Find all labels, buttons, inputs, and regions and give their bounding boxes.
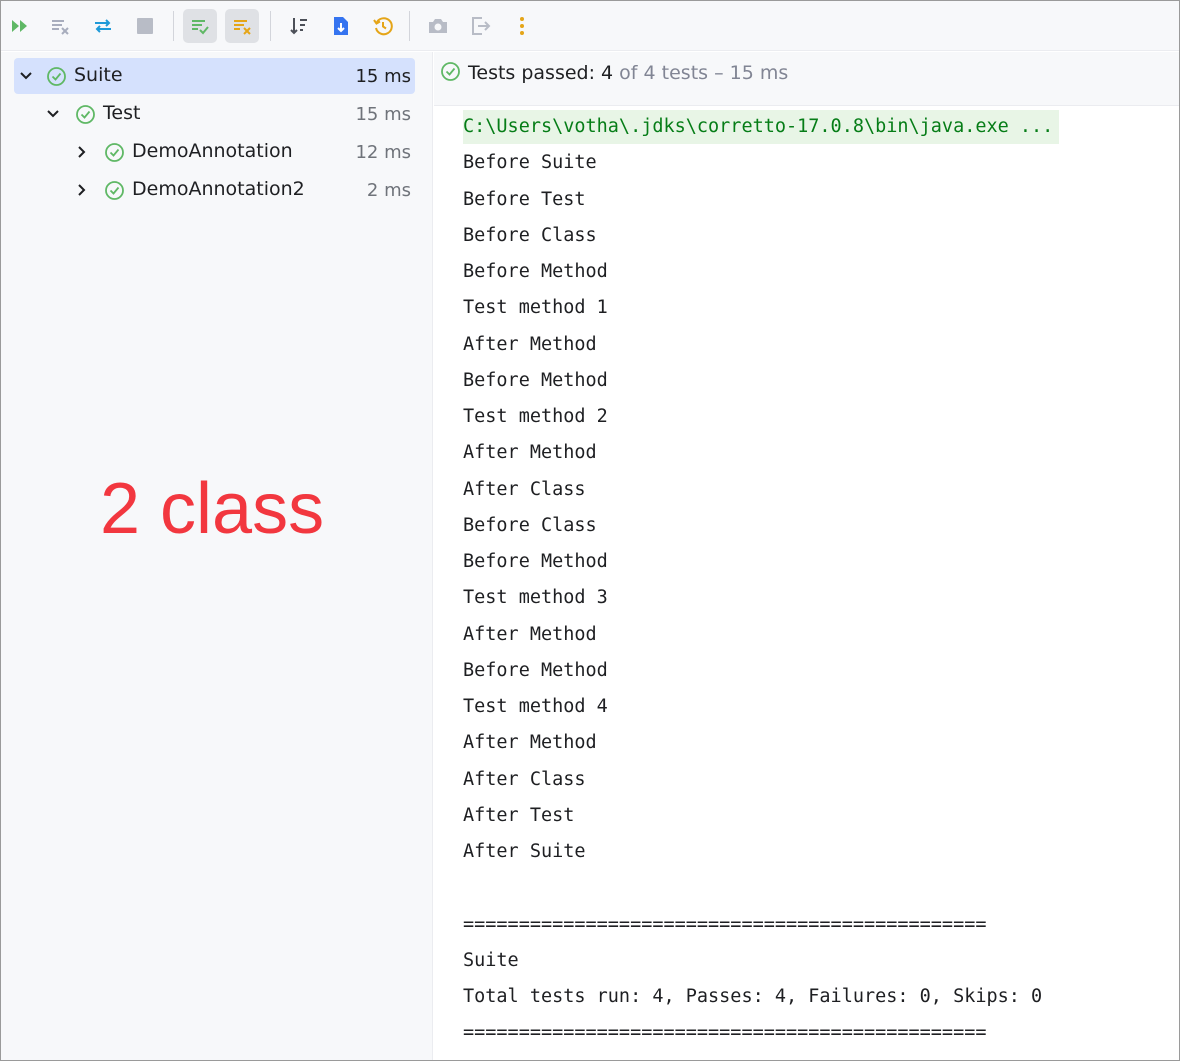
status-passed-count: 4 [601,62,614,84]
list-x-icon [52,20,69,35]
check-circle-icon [76,105,95,124]
console-line: After Method [463,623,597,645]
test-status-bar: Tests passed: 4 of 4 tests – 15 ms [434,52,1179,106]
stop-button[interactable] [128,9,162,43]
console-line: Before Suite [463,152,597,174]
console-command-line: C:\Users\votha\.jdks\corretto-17.0.8\bin… [463,110,1060,144]
console-line: Before Class [463,514,597,536]
console-line: Before Test [463,188,586,210]
tree-item-duration: 2 ms [366,180,411,201]
console-line: Test method 1 [463,297,608,319]
toolbar-separator [270,11,271,41]
console-line: ========================================… [463,1022,987,1044]
export-icon [472,17,491,35]
sort-icon [290,18,307,35]
kebab-icon [520,17,524,35]
console-line: Before Method [463,261,608,282]
chevron-down-icon[interactable] [19,69,33,83]
import-file-icon [334,17,348,35]
export-button[interactable] [463,9,497,43]
chevron-down-icon[interactable] [46,107,60,121]
annotation-text: 2 class [100,469,325,549]
console-line: Before Method [463,369,608,391]
list-x-icon [234,20,251,35]
rerun-failed-button[interactable] [43,9,77,43]
tree-item-demoannotation2[interactable]: DemoAnnotation2 2 ms [14,172,415,208]
stop-icon [137,18,153,34]
tree-item-label: Suite [74,64,123,86]
tree-item-suite[interactable]: Suite 15 ms [14,58,415,94]
tree-item-label: DemoAnnotation [132,140,293,162]
tree-item-label: DemoAnnotation2 [132,178,305,200]
list-check-icon [192,20,209,35]
check-circle-icon [105,143,124,162]
tree-item-duration: 15 ms [355,66,411,87]
console-line: Test method 4 [463,696,608,717]
console-line: After Suite [463,841,586,862]
check-circle-icon [105,181,124,200]
console-line: After Class [463,768,586,790]
console-line: After Test [463,804,575,826]
history-button[interactable] [366,9,400,43]
screenshot-button[interactable] [421,9,455,43]
check-circle-icon [47,67,66,86]
double-play-icon [12,20,27,32]
rerun-button[interactable] [3,9,37,43]
camera-icon [429,19,447,33]
toolbar-separator [409,11,410,41]
sort-button[interactable] [282,9,316,43]
console-line: Test method 3 [463,587,608,609]
console-line: Before Method [463,659,608,681]
tree-item-duration: 12 ms [355,142,411,163]
history-icon [373,17,393,36]
console-line: After Method [463,333,597,355]
console-line: After Method [463,732,597,754]
console-panel: Tests passed: 4 of 4 tests – 15 ms C:\Us… [434,52,1179,1060]
chevron-right-icon[interactable] [75,145,89,159]
tree-item-demoannotation[interactable]: DemoAnnotation 12 ms [14,134,415,170]
console-line: Total tests run: 4, Passes: 4, Failures:… [463,986,1043,1007]
tree-item-test[interactable]: Test 15 ms [14,96,415,132]
toolbar-separator [173,11,174,41]
test-tree-panel: Suite 15 ms Test 15 ms DemoAnnotation 12… [1,52,433,1060]
console-line: Before Class [463,224,597,246]
console-line: After Class [463,478,586,500]
swap-arrows-icon [95,19,111,33]
console-line: Suite [463,949,519,971]
status-prefix: Tests passed: [468,62,602,84]
console-line: Test method 2 [463,406,608,427]
show-passed-button[interactable] [183,9,217,43]
console-line: After Method [463,442,597,464]
status-text: Tests passed: 4 of 4 tests – 15 ms [468,62,788,84]
tree-item-label: Test [103,102,141,124]
check-circle-icon [441,62,460,81]
status-suffix: of 4 tests – 15 ms [613,62,789,84]
show-ignored-button[interactable] [225,9,259,43]
test-runner-toolbar [1,1,1179,51]
more-button[interactable] [505,9,539,43]
console-line: ========================================… [463,913,987,935]
console-line: Before Method [463,551,608,572]
tree-item-duration: 15 ms [355,104,411,125]
chevron-right-icon[interactable] [75,183,89,197]
import-tests-button[interactable] [324,9,358,43]
toggle-auto-test-button[interactable] [86,9,120,43]
